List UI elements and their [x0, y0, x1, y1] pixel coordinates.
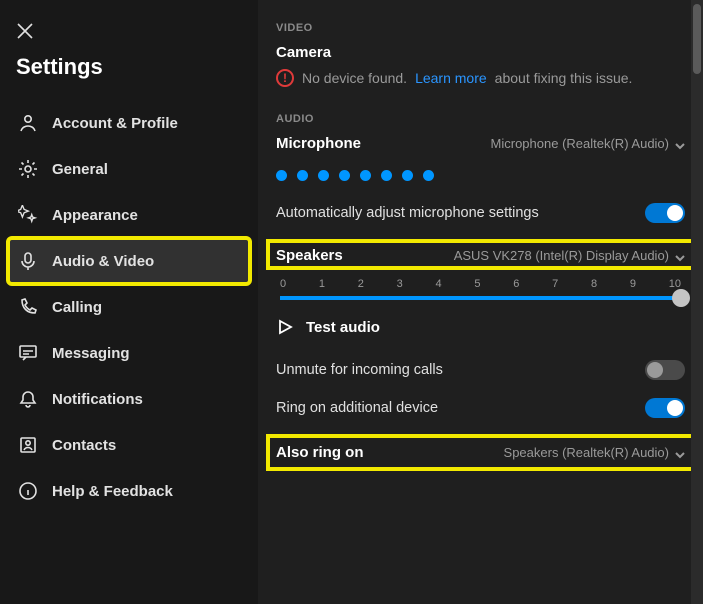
- camera-heading: Camera: [276, 44, 685, 61]
- also-ring-on-row: Also ring on Speakers (Realtek(R) Audio): [268, 436, 693, 469]
- settings-title: Settings: [8, 40, 250, 100]
- chevron-down-icon: [675, 251, 685, 261]
- microphone-device-dropdown[interactable]: Microphone (Realtek(R) Audio): [491, 136, 685, 151]
- audio-section-label: AUDIO: [276, 113, 685, 125]
- settings-content: VIDEO Camera ! No device found. Learn mo…: [258, 0, 703, 604]
- sidebar-item-account-profile[interactable]: Account & Profile: [8, 100, 250, 146]
- speakers-device-dropdown[interactable]: ASUS VK278 (Intel(R) Display Audio): [454, 248, 685, 263]
- microphone-row: Microphone Microphone (Realtek(R) Audio): [276, 135, 685, 152]
- unmute-row: Unmute for incoming calls: [276, 360, 685, 380]
- sidebar-item-messaging[interactable]: Messaging: [8, 330, 250, 376]
- chevron-down-icon: [675, 139, 685, 149]
- sidebar-item-general[interactable]: General: [8, 146, 250, 192]
- speakers-block: Speakers ASUS VK278 (Intel(R) Display Au…: [268, 241, 693, 268]
- microphone-icon: [18, 251, 38, 271]
- also-ring-heading: Also ring on: [276, 444, 364, 461]
- sidebar-item-audio-video[interactable]: Audio & Video: [8, 238, 250, 284]
- speaker-volume-slider[interactable]: 012345678910: [276, 278, 685, 300]
- video-section-label: VIDEO: [276, 22, 685, 34]
- speakers-device-value: ASUS VK278 (Intel(R) Display Audio): [454, 248, 669, 263]
- unmute-toggle[interactable]: [645, 360, 685, 380]
- scrollbar-thumb[interactable]: [693, 4, 701, 74]
- sidebar-item-label: Account & Profile: [52, 115, 178, 132]
- close-button[interactable]: [8, 16, 250, 40]
- also-ring-device-dropdown[interactable]: Speakers (Realtek(R) Audio): [504, 445, 685, 460]
- sidebar-item-contacts[interactable]: Contacts: [8, 422, 250, 468]
- auto-adjust-row: Automatically adjust microphone settings: [276, 203, 685, 223]
- phone-icon: [18, 297, 38, 317]
- camera-error-suffix: about fixing this issue.: [495, 70, 633, 86]
- sidebar-item-label: Notifications: [52, 391, 143, 408]
- settings-sidebar: Settings Account & Profile General Appea…: [0, 0, 258, 604]
- microphone-device-value: Microphone (Realtek(R) Audio): [491, 136, 669, 151]
- sidebar-item-label: General: [52, 161, 108, 178]
- sidebar-item-appearance[interactable]: Appearance: [8, 192, 250, 238]
- sparkle-icon: [18, 205, 38, 225]
- ring-additional-label: Ring on additional device: [276, 400, 438, 416]
- microphone-heading: Microphone: [276, 135, 361, 152]
- camera-error-row: ! No device found. Learn more about fixi…: [276, 69, 685, 87]
- error-icon: !: [276, 69, 294, 87]
- ring-additional-toggle[interactable]: [645, 398, 685, 418]
- microphone-level-indicator: [276, 170, 685, 181]
- auto-adjust-toggle[interactable]: [645, 203, 685, 223]
- sidebar-item-label: Audio & Video: [52, 253, 154, 270]
- auto-adjust-label: Automatically adjust microphone settings: [276, 205, 539, 221]
- person-icon: [18, 113, 38, 133]
- slider-fill: [280, 296, 681, 300]
- sidebar-item-calling[interactable]: Calling: [8, 284, 250, 330]
- camera-error-text: No device found.: [302, 70, 407, 86]
- chevron-down-icon: [675, 448, 685, 458]
- slider-track: [280, 296, 681, 300]
- sidebar-item-notifications[interactable]: Notifications: [8, 376, 250, 422]
- test-audio-button[interactable]: Test audio: [276, 318, 685, 336]
- learn-more-link[interactable]: Learn more: [415, 70, 487, 86]
- contacts-icon: [18, 435, 38, 455]
- also-ring-device-value: Speakers (Realtek(R) Audio): [504, 445, 669, 460]
- info-icon: [18, 481, 38, 501]
- sidebar-item-label: Contacts: [52, 437, 116, 454]
- chat-icon: [18, 343, 38, 363]
- sidebar-item-label: Calling: [52, 299, 102, 316]
- sidebar-item-label: Help & Feedback: [52, 483, 173, 500]
- test-audio-label: Test audio: [306, 319, 380, 336]
- sidebar-item-label: Appearance: [52, 207, 138, 224]
- scrollbar-track[interactable]: [691, 0, 703, 604]
- sidebar-item-help-feedback[interactable]: Help & Feedback: [8, 468, 250, 514]
- sidebar-item-label: Messaging: [52, 345, 130, 362]
- speakers-heading: Speakers: [276, 247, 343, 264]
- unmute-label: Unmute for incoming calls: [276, 362, 443, 378]
- gear-icon: [18, 159, 38, 179]
- slider-ticks: 012345678910: [280, 278, 681, 290]
- ring-additional-row: Ring on additional device: [276, 398, 685, 418]
- slider-thumb[interactable]: [672, 289, 690, 307]
- bell-icon: [18, 389, 38, 409]
